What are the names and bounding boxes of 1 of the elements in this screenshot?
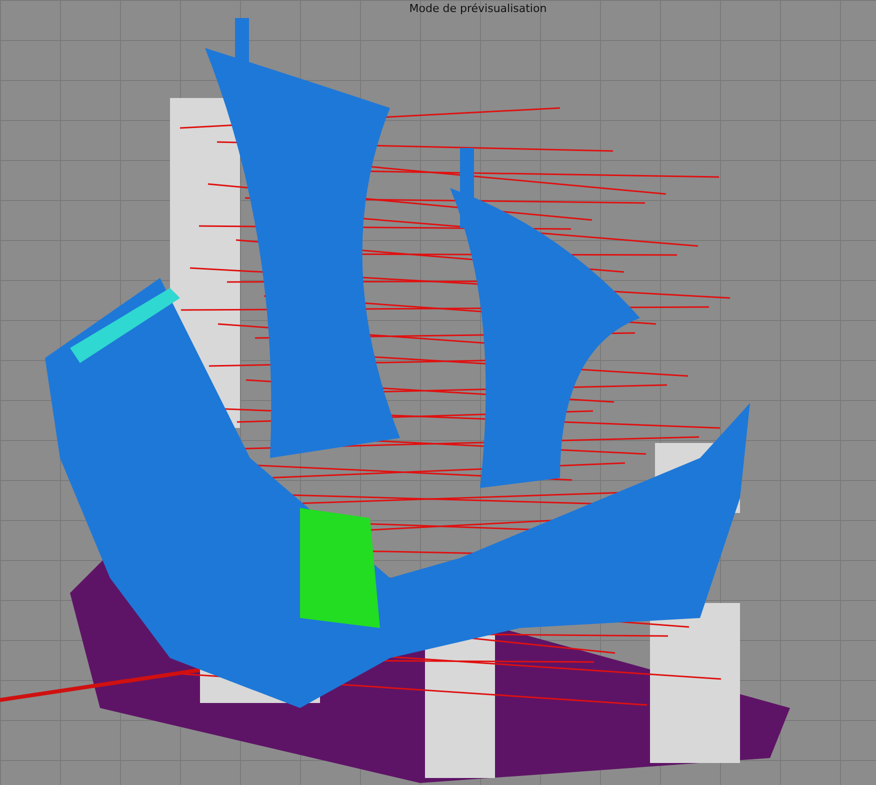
viewport-title: Mode de prévisualisation	[409, 1, 547, 17]
